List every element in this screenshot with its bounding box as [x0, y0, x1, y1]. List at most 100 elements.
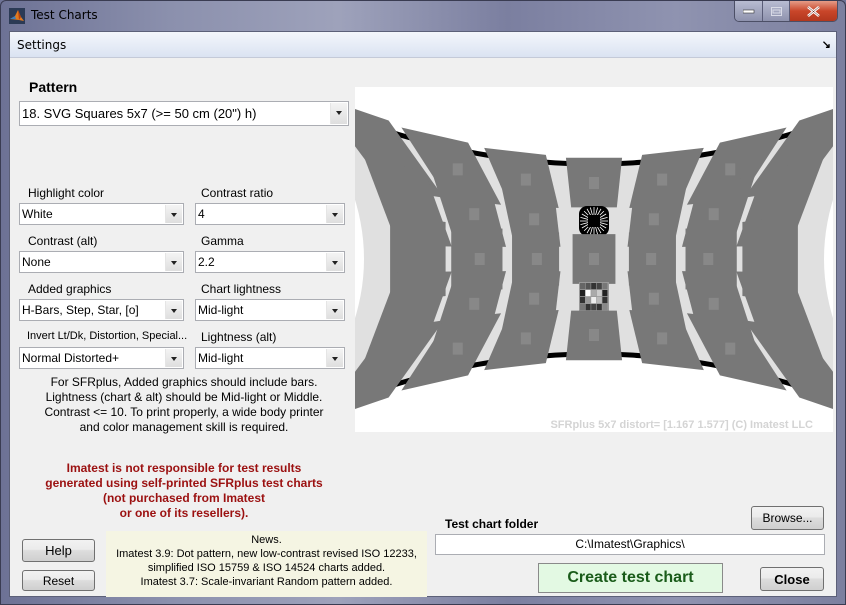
inner-patch: [469, 208, 480, 221]
news-heading: News.: [251, 534, 282, 546]
gamma-select[interactable]: 2.2: [195, 251, 345, 273]
info-text: For SFRplus, Added graphics should inclu…: [19, 375, 349, 435]
browse-button[interactable]: Browse...: [751, 506, 824, 530]
step-patch: [602, 304, 608, 311]
close-window-button[interactable]: [790, 1, 837, 21]
disclaimer-line: generated using self-printed SFRplus tes…: [45, 476, 323, 490]
contrast-ratio-label: Contrast ratio: [201, 186, 274, 200]
close-icon: [807, 5, 820, 17]
folder-label: Test chart folder: [445, 517, 539, 531]
chevron-down-icon[interactable]: [165, 301, 182, 319]
added-graphics-select[interactable]: H-Bars, Step, Star, [o]: [19, 299, 184, 321]
title-bar[interactable]: Test Charts: [1, 1, 845, 31]
inner-patch: [708, 297, 719, 310]
minimize-icon: [742, 9, 754, 14]
inner-patch: [725, 342, 736, 355]
chevron-down-icon[interactable]: [326, 349, 343, 367]
contrast-ratio-value: 4: [198, 207, 205, 221]
create-test-chart-button[interactable]: Create test chart: [538, 563, 723, 593]
info-line: For SFRplus, Added graphics should inclu…: [50, 375, 318, 389]
chart-lightness-label: Chart lightness: [201, 282, 282, 296]
dock-arrow-icon[interactable]: ↘: [822, 38, 831, 51]
inner-patch: [529, 292, 540, 305]
gamma-value: 2.2: [198, 255, 215, 269]
step-patch: [591, 304, 597, 311]
step-patch: [596, 290, 602, 297]
inner-patch: [657, 332, 668, 345]
inner-patch: [520, 332, 531, 345]
inner-patch: [708, 208, 719, 221]
chart-lightness-select[interactable]: Mid-light: [195, 299, 345, 321]
chevron-down-icon[interactable]: [326, 301, 343, 319]
contrast-alt-value: None: [22, 255, 51, 269]
chevron-down-icon[interactable]: [165, 205, 182, 223]
step-patch: [585, 304, 591, 311]
minimize-button[interactable]: [735, 1, 763, 21]
chart-preview-canvas: SFRplus 5x7 distort= [1.167 1.577] (C) I…: [355, 87, 833, 432]
news-panel: News. Imatest 3.9: Dot pattern, new low-…: [106, 531, 427, 597]
step-patch: [596, 297, 602, 304]
chevron-down-icon[interactable]: [326, 205, 343, 223]
chart-preview: SFRplus 5x7 distort= [1.167 1.577] (C) I…: [355, 87, 833, 432]
menu-bar: Settings ↘: [10, 32, 836, 58]
inner-patch: [469, 297, 480, 310]
info-line: Contrast <= 10. To print properly, a wid…: [44, 405, 324, 419]
pattern-heading: Pattern: [29, 79, 78, 95]
step-patch: [585, 297, 591, 304]
chevron-down-icon[interactable]: [165, 253, 182, 271]
disclaimer-line: (not purchased from Imatest: [102, 491, 266, 505]
invert-distortion-value: Normal Distorted+: [22, 351, 120, 365]
disclaimer-text: Imatest is not responsible for test resu…: [19, 461, 349, 521]
disclaimer-line: Imatest is not responsible for test resu…: [66, 461, 302, 475]
step-patch: [602, 297, 608, 304]
info-line: Lightness (chart & alt) should be Mid-li…: [45, 390, 323, 404]
matlab-icon: [9, 8, 25, 24]
info-line: and color management skill is required.: [79, 420, 289, 434]
disclaimer-line: or one of its resellers).: [119, 506, 249, 520]
step-patch: [580, 297, 585, 304]
preview-caption: SFRplus 5x7 distort= [1.167 1.577] (C) I…: [550, 419, 813, 431]
client-area: Settings ↘ Pattern 18. SVG Squares 5x7 (…: [9, 31, 837, 597]
step-patch: [585, 283, 591, 290]
contrast-ratio-select[interactable]: 4: [195, 203, 345, 225]
maximize-button[interactable]: [763, 1, 790, 21]
test-charts-window: Test Charts Settings ↘ Pattern 18. SVG S…: [0, 0, 846, 605]
folder-path-input[interactable]: C:\Imatest\Graphics\: [435, 534, 825, 555]
inner-patch: [648, 292, 659, 305]
menu-settings[interactable]: Settings: [17, 38, 66, 52]
step-patch: [585, 290, 591, 297]
contrast-alt-label: Contrast (alt): [28, 234, 98, 248]
step-patch: [591, 297, 597, 304]
inner-patch: [589, 177, 599, 189]
lightness-alt-select[interactable]: Mid-light: [195, 347, 345, 369]
inner-patch: [452, 342, 463, 355]
chevron-down-icon[interactable]: [330, 103, 347, 124]
reset-button[interactable]: Reset: [22, 570, 95, 591]
lightness-alt-value: Mid-light: [198, 351, 244, 365]
step-patch: [602, 290, 608, 297]
step-patch: [596, 283, 602, 290]
invert-distortion-select[interactable]: Normal Distorted+: [19, 347, 184, 369]
chevron-down-icon[interactable]: [165, 349, 182, 367]
inner-patch: [657, 173, 668, 186]
contrast-alt-select[interactable]: None: [19, 251, 184, 273]
step-patch: [580, 304, 585, 311]
help-button[interactable]: Help: [22, 539, 95, 562]
inner-patch: [589, 329, 599, 341]
news-line: Imatest 3.9: Dot pattern, new low-contra…: [116, 548, 417, 560]
close-button[interactable]: Close: [760, 567, 824, 591]
lightness-alt-label: Lightness (alt): [201, 330, 277, 344]
news-line: simplified ISO 15759 & ISO 14524 charts …: [147, 562, 386, 574]
step-patch: [580, 283, 585, 290]
inner-patch: [474, 253, 485, 265]
step-patch: [591, 290, 597, 297]
gamma-label: Gamma: [201, 234, 244, 248]
inner-patch: [648, 213, 659, 226]
chevron-down-icon[interactable]: [326, 253, 343, 271]
pattern-select[interactable]: 18. SVG Squares 5x7 (>= 50 cm (20") h): [19, 101, 349, 126]
window-title: Test Charts: [31, 8, 98, 22]
step-patch: [591, 283, 597, 290]
inner-patch: [520, 173, 531, 186]
caption-buttons: [734, 1, 838, 22]
highlight-color-select[interactable]: White: [19, 203, 184, 225]
